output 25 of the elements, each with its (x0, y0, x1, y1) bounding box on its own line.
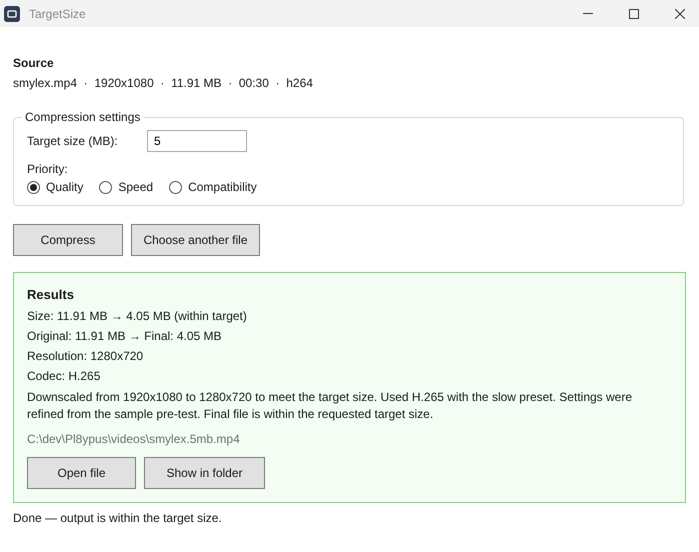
result-line: Resolution: 1280x720 (27, 349, 144, 363)
window-title: TargetSize (29, 6, 86, 20)
priority-radio[interactable]: Quality (27, 180, 84, 194)
result-line: Size: 11.91 MB → 4.05 MB (within target) (27, 309, 248, 323)
source-heading: Source (13, 56, 55, 72)
output-path: C:\dev\Pl8ypus\videos\smylex.5mb.mp4 (27, 432, 241, 446)
results-heading: Results (27, 287, 75, 302)
show-in-folder-button[interactable]: Show in folder (144, 457, 265, 489)
result-summary: Downscaled from 1920x1080 to 1280x720 to meet the target size. Used H.265 with the slow preset. Settings were refined from the sample pre-test. Final file is within the requested target size. (27, 389, 634, 423)
open-file-button[interactable]: Open file (27, 457, 136, 489)
source-details: smylex.mp4 · 1920x1080 · 11.91 MB · 00:30 · h264 (13, 76, 314, 90)
priority-radio[interactable]: Speed (99, 180, 154, 194)
target-size-label: Target size (MB): (27, 134, 119, 148)
target-size-field[interactable]: 5 (147, 130, 247, 152)
maximize-icon[interactable] (629, 8, 639, 18)
choose-file-button[interactable]: Choose another file (131, 224, 260, 256)
group-legend: Compression settings (22, 110, 144, 124)
app-icon (4, 6, 20, 22)
result-line: Original: 11.91 MB → Final: 4.05 MB (27, 329, 223, 343)
priority-radio[interactable]: Compatibility (169, 180, 257, 194)
close-icon[interactable] (675, 8, 685, 18)
priority-label: Priority: (27, 162, 69, 176)
compress-button[interactable]: Compress (13, 224, 123, 256)
result-line: Codec: H.265 (27, 369, 102, 383)
status-text: Done — output is within the target size. (13, 511, 223, 525)
